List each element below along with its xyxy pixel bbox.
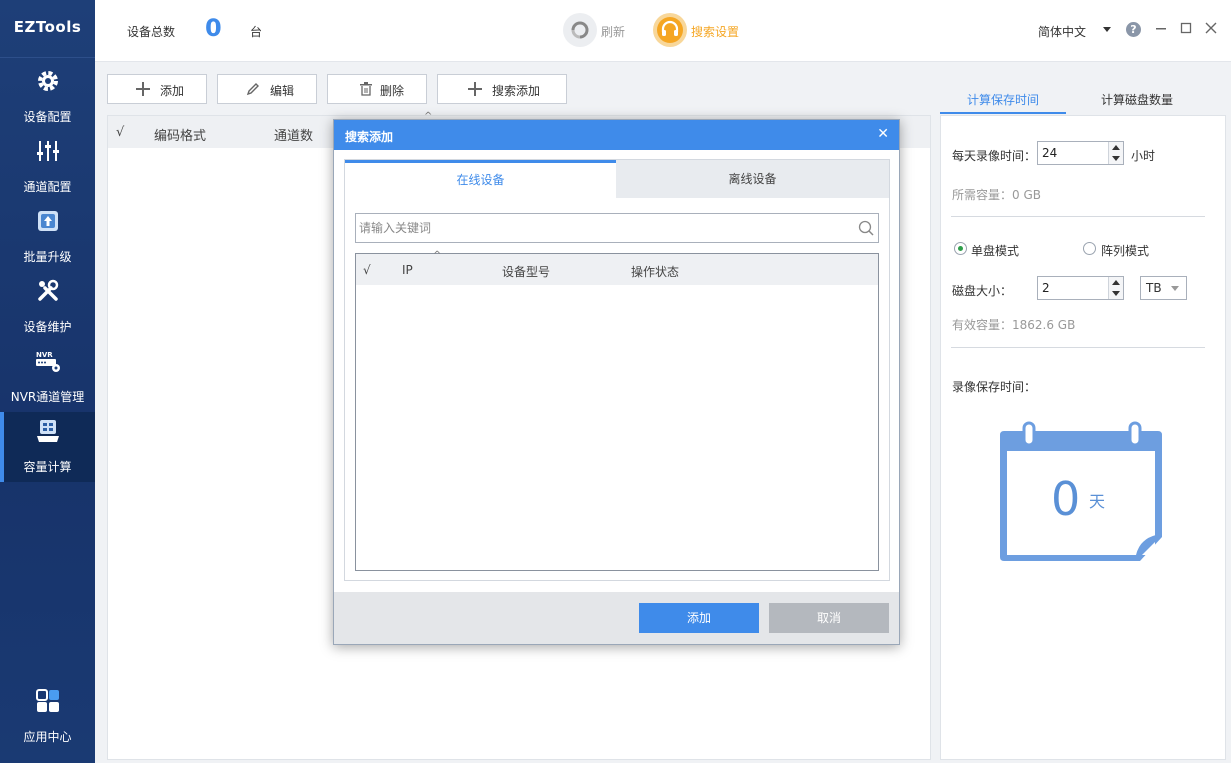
disk-unit-select[interactable]: TB [1140,276,1187,300]
dialog-title: 搜索添加 [345,130,394,144]
array-mode-radio[interactable] [1083,242,1096,255]
retention-unit: 天 [1089,492,1106,511]
app-logo: EZTools [0,0,95,58]
retention-days: 0 [1051,472,1081,526]
add-button[interactable]: 添加 [639,603,759,633]
required-capacity: 所需容量：0 GB [952,188,1041,202]
dialog-titlebar: 搜索添加 ✕ [334,120,899,150]
daily-record-unit: 小时 [1131,149,1156,163]
sidebar-item-capacity-calc[interactable]: 容量计算 [0,412,95,482]
sidebar-item-label: 设备维护 [23,320,72,334]
svg-text:NVR: NVR [36,351,53,359]
search-input[interactable] [359,219,849,237]
search-icon[interactable] [858,220,874,236]
tab-calc-disks[interactable]: 计算磁盘数量 [1074,88,1200,114]
close-icon[interactable] [1203,20,1219,36]
refresh-button[interactable]: 刷新 [563,13,633,47]
chevron-down-icon [1171,286,1179,291]
sidebar-item-label: NVR通道管理 [10,390,85,404]
headset-icon [653,13,687,47]
edit-button[interactable]: 编辑 [217,74,317,104]
online-device-table: √ IP 设备型号 操作状态 [355,253,879,571]
disk-size-stepper[interactable]: 2 [1037,276,1124,300]
search-add-dialog: 搜索添加 ✕ 在线设备 离线设备 √ IP 设备型号 操作状态 ^ 添加 取消 [333,119,900,645]
sidebar-item-label: 容量计算 [23,460,72,474]
sidebar: EZTools 设备配置 通道配置 批量升级 设备维护 NVR NVR通道管理 … [0,0,95,763]
chevron-down-icon[interactable] [1103,27,1111,32]
stepper-arrows[interactable] [1108,277,1123,299]
help-icon[interactable]: ? [1126,22,1141,37]
device-count: 0 [205,14,222,42]
calc-panel: 每天录像时间： 24 小时 所需容量：0 GB 单盘模式 阵列模式 磁盘大小： … [940,115,1226,760]
device-unit: 台 [250,25,263,39]
column-operation-status[interactable]: 操作状态 [631,263,679,280]
column-encoding[interactable]: 编码格式 [154,125,206,144]
divider [951,347,1205,348]
select-all-column[interactable]: √ [116,125,124,140]
column-device-model[interactable]: 设备型号 [502,263,550,280]
sidebar-item-label: 应用中心 [23,730,72,744]
plus-icon [468,82,482,96]
sidebar-item-app-center[interactable]: 应用中心 [0,682,95,752]
single-disk-label: 单盘模式 [971,244,1020,258]
sidebar-item-batch-upgrade[interactable]: 批量升级 [0,202,95,272]
pencil-icon [246,83,259,96]
sidebar-item-label: 通道配置 [23,180,72,194]
apps-icon [36,689,59,712]
sidebar-item-maintenance[interactable]: 设备维护 [0,272,95,342]
daily-record-stepper[interactable]: 24 [1037,141,1124,165]
delete-button[interactable]: 删除 [327,74,427,104]
add-button[interactable]: 添加 [107,74,207,104]
search-field[interactable] [355,213,879,243]
sidebar-item-label: 批量升级 [23,250,72,264]
calculator-icon [37,420,59,442]
array-mode-label: 阵列模式 [1101,244,1150,258]
search-settings-button[interactable]: 搜索设置 [653,13,753,47]
sidebar-item-channel-config[interactable]: 通道配置 [0,132,95,202]
tab-calc-retention[interactable]: 计算保存时间 [940,88,1066,114]
single-disk-radio[interactable] [954,242,967,255]
close-icon[interactable]: ✕ [877,126,889,142]
device-total-label: 设备总数 [127,25,176,39]
sidebar-item-device-config[interactable]: 设备配置 [0,62,95,132]
stepper-arrows[interactable] [1108,142,1123,164]
daily-record-label: 每天录像时间： [952,149,1037,163]
disk-size-label: 磁盘大小： [952,284,1013,298]
cancel-button[interactable]: 取消 [769,603,889,633]
tab-online-devices[interactable]: 在线设备 [345,160,616,198]
retention-label: 录像保存时间： [952,380,1037,394]
calc-tabs: 计算保存时间 计算磁盘数量 [940,88,1205,116]
dialog-body: 在线设备 离线设备 √ IP 设备型号 操作状态 ^ [344,159,890,581]
column-ip[interactable]: IP [402,263,413,277]
sliders-icon [37,141,59,161]
minimize-icon[interactable] [1153,20,1169,36]
maximize-icon[interactable] [1178,20,1194,36]
column-channels[interactable]: 通道数 [274,125,313,144]
language-select[interactable]: 简体中文 [1038,23,1086,40]
refresh-icon [563,13,597,47]
tab-offline-devices[interactable]: 离线设备 [616,160,889,198]
trash-icon [360,82,372,96]
dialog-footer: 添加 取消 [334,592,899,644]
sort-caret-icon: ^ [433,250,442,261]
gear-icon [38,71,58,91]
tools-icon [38,279,59,301]
search-add-button[interactable]: 搜索添加 [437,74,567,104]
effective-capacity: 有效容量：1862.6 GB [952,318,1076,332]
calendar-icon [1000,421,1162,561]
divider [951,216,1205,217]
select-all-column[interactable]: √ [363,263,371,277]
upgrade-icon [38,211,58,231]
sidebar-item-label: 设备配置 [23,110,72,124]
nvr-icon: NVR [36,351,60,372]
sidebar-item-nvr-channel[interactable]: NVR NVR通道管理 [0,342,95,412]
topbar: 设备总数 0 台 刷新 搜索设置 简体中文 ? [95,0,1231,62]
plus-icon [136,82,150,96]
